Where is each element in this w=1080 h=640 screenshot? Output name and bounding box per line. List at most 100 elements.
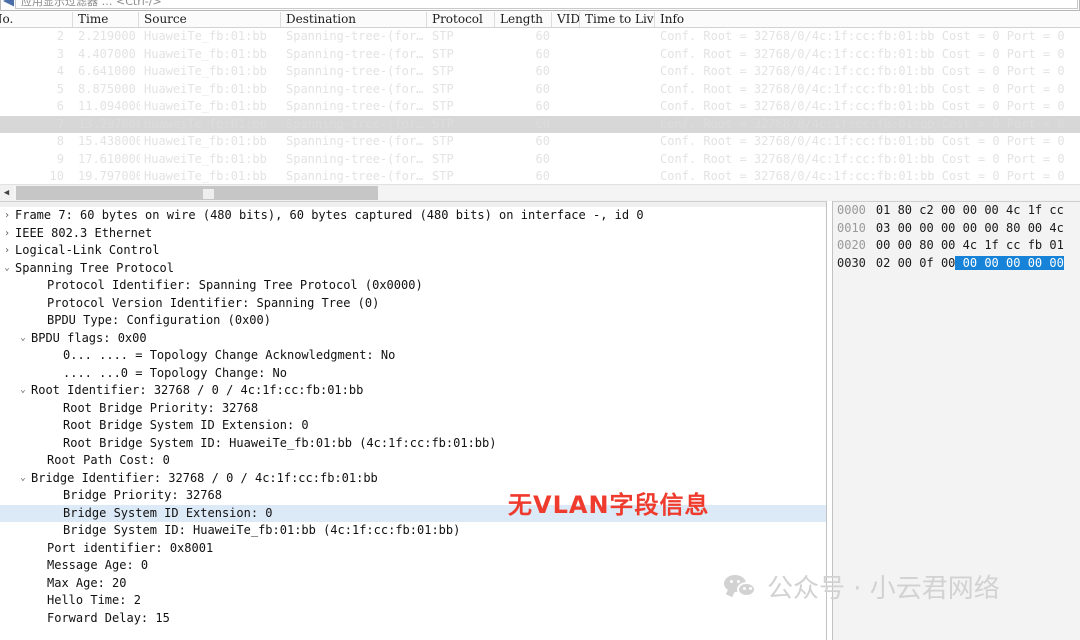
hex-byte[interactable]: 0f — [912, 256, 933, 270]
tree-item[interactable]: ⌄ BPDU flags: 0x00 — [0, 330, 826, 348]
hex-byte[interactable]: 00 — [955, 221, 977, 235]
column-header-destination[interactable]: Destination — [286, 11, 428, 27]
hex-byte[interactable]: 4c — [955, 238, 977, 252]
packet-row[interactable]: 9 17.610000 HuaweiTe_fb:01:bb Spanning-tree… — [0, 151, 1080, 169]
tree-item[interactable]: Port identifier: 0x8001 — [0, 540, 826, 558]
hex-byte[interactable]: 00 — [977, 221, 998, 235]
tree-item[interactable]: BPDU Type: Configuration (0x00) — [0, 312, 826, 330]
tree-item[interactable]: ⌄ Root Identifier: 32768 / 0 / 4c:1f:cc:f… — [0, 382, 826, 400]
column-divider[interactable] — [494, 12, 495, 27]
tree-item[interactable]: Root Bridge Priority: 32768 — [0, 400, 826, 418]
hscrollbar-thumb[interactable] — [16, 186, 378, 200]
column-header-ttl[interactable]: Time to Liv — [585, 11, 657, 27]
hex-dump-row[interactable]: 0010 03 00 00 00 00 00 80 00 4c — [833, 220, 1080, 238]
tree-item[interactable]: Bridge System ID: HuaweiTe_fb:01:bb (4c:… — [0, 522, 826, 540]
hex-byte[interactable]: cc — [1042, 203, 1063, 217]
chevron-right-icon[interactable]: › — [0, 207, 14, 225]
hex-byte[interactable]: 00 — [955, 255, 978, 270]
packet-row[interactable]: 7 13.297000 HuaweiTe_fb:01:bb Spanning-tree… — [0, 115, 1080, 133]
hex-dump-row[interactable]: 0020 00 00 80 00 4c 1f cc fb 01 — [833, 237, 1080, 255]
hex-byte[interactable]: 00 — [934, 256, 955, 270]
hex-byte[interactable]: 00 — [1020, 221, 1042, 235]
packet-row[interactable]: 8 15.438000 HuaweiTe_fb:01:bb Spanning-tree… — [0, 133, 1080, 151]
column-header-info[interactable]: Info — [660, 11, 1080, 27]
column-divider[interactable] — [579, 12, 580, 27]
packet-row[interactable]: 4 6.641000 HuaweiTe_fb:01:bb Spanning-tree-… — [0, 63, 1080, 81]
hex-byte[interactable]: 01 — [876, 203, 890, 217]
packet-details-tree[interactable]: › Frame 7: 60 bytes on wire (480 bits), 6… — [0, 207, 826, 628]
hex-dump-row[interactable]: 0030 02 00 0f 00 00 00 00 00 00 — [833, 255, 1080, 273]
packet-list-hscrollbar[interactable]: ◀ — [0, 184, 1080, 201]
hex-byte[interactable]: 80 — [890, 203, 912, 217]
hex-byte[interactable]: 00 — [890, 221, 912, 235]
hex-dump-rows[interactable]: 0000 01 80 c2 00 00 00 4c 1f cc 0010 03 00 … — [833, 202, 1080, 272]
chevron-down-icon[interactable]: ⌄ — [16, 470, 30, 488]
display-filter-bar[interactable]: 应用显示过滤器 … <Ctrl-/> — [0, 0, 1080, 11]
packet-list-rows[interactable]: 2 2.219000 HuaweiTe_fb:01:bb Spanning-tree-… — [0, 28, 1080, 183]
hex-byte[interactable]: 02 — [876, 256, 890, 270]
hex-byte[interactable]: 00 — [890, 238, 912, 252]
column-divider[interactable] — [280, 12, 281, 27]
packet-list-pane[interactable]: No. TimeSourceDestinationProtocolLength VI… — [0, 11, 1080, 183]
hex-byte[interactable]: c2 — [912, 203, 933, 217]
column-header-no[interactable]: No. — [0, 11, 64, 27]
tree-item[interactable]: 0... .... = Topology Change Acknowledgme… — [0, 347, 826, 365]
tree-item[interactable]: Root Bridge System ID Extension: 0 — [0, 417, 826, 435]
hex-byte[interactable]: 1f — [1020, 203, 1042, 217]
hex-byte[interactable]: 80 — [912, 238, 933, 252]
filter-dropdown-arrow-icon[interactable] — [3, 0, 14, 7]
tree-item[interactable]: Root Path Cost: 0 — [0, 452, 826, 470]
column-divider[interactable] — [138, 12, 139, 27]
hex-byte[interactable]: 4c — [999, 203, 1020, 217]
hex-byte[interactable]: fb — [1020, 238, 1042, 252]
column-header-protocol[interactable]: Protocol — [432, 11, 500, 27]
chevron-right-icon[interactable]: › — [0, 242, 14, 260]
packet-details-pane[interactable]: › Frame 7: 60 bytes on wire (480 bits), 6… — [0, 201, 827, 640]
tree-item[interactable]: ⌄ Spanning Tree Protocol — [0, 260, 826, 278]
chevron-down-icon[interactable]: ⌄ — [16, 382, 30, 400]
tree-item[interactable]: › Logical-Link Control — [0, 242, 826, 260]
tree-item[interactable]: Forward Delay: 15 — [0, 610, 826, 628]
hex-byte[interactable]: 03 — [876, 221, 890, 235]
display-filter-input[interactable]: 应用显示过滤器 … <Ctrl-/> — [15, 0, 1078, 9]
column-divider[interactable] — [654, 12, 655, 27]
hex-byte[interactable]: 01 — [1042, 238, 1063, 252]
column-divider[interactable] — [72, 12, 73, 27]
tree-item[interactable]: .... ...0 = Topology Change: No — [0, 365, 826, 383]
column-header-time[interactable]: Time — [78, 11, 140, 27]
tree-item[interactable]: Protocol Identifier: Spanning Tree Proto… — [0, 277, 826, 295]
packet-row[interactable]: 2 2.219000 HuaweiTe_fb:01:bb Spanning-tree-… — [0, 28, 1080, 46]
hex-byte[interactable]: 00 — [1042, 255, 1064, 270]
chevron-right-icon[interactable]: › — [0, 225, 14, 243]
hex-byte[interactable]: 00 — [998, 255, 1021, 270]
tree-item[interactable]: › IEEE 802.3 Ethernet — [0, 225, 826, 243]
hex-byte[interactable]: 1f — [977, 238, 998, 252]
hex-byte[interactable]: 80 — [999, 221, 1020, 235]
tree-item[interactable]: Root Bridge System ID: HuaweiTe_fb:01:bb… — [0, 435, 826, 453]
hex-byte[interactable]: 00 — [977, 203, 998, 217]
tree-item[interactable]: Max Age: 20 — [0, 575, 826, 593]
hscrollbar-left-arrow-icon[interactable]: ◀ — [0, 185, 13, 201]
column-header-source[interactable]: Source — [144, 11, 282, 27]
hex-byte[interactable]: 00 — [977, 255, 999, 270]
tree-item[interactable]: Message Age: 0 — [0, 557, 826, 575]
hex-dump-row[interactable]: 0000 01 80 c2 00 00 00 4c 1f cc — [833, 202, 1080, 220]
tree-item[interactable]: Hello Time: 2 — [0, 592, 826, 610]
tree-item[interactable]: › Frame 7: 60 bytes on wire (480 bits), 6… — [0, 207, 826, 225]
column-divider[interactable] — [551, 12, 552, 27]
hex-byte[interactable]: 00 — [912, 221, 933, 235]
column-divider[interactable] — [426, 12, 427, 27]
column-header-length[interactable]: Length — [500, 11, 550, 27]
hex-byte[interactable]: cc — [999, 238, 1020, 252]
hex-byte[interactable]: 00 — [876, 238, 890, 252]
packet-row[interactable]: 3 4.407000 HuaweiTe_fb:01:bb Spanning-tree-… — [0, 46, 1080, 64]
chevron-down-icon[interactable]: ⌄ — [16, 330, 30, 348]
hex-byte[interactable]: 00 — [934, 238, 955, 252]
hex-byte[interactable]: 00 — [934, 221, 955, 235]
hex-byte[interactable]: 00 — [955, 203, 977, 217]
chevron-down-icon[interactable]: ⌄ — [0, 260, 14, 278]
packet-list-header[interactable]: No. TimeSourceDestinationProtocolLength VI… — [0, 11, 1080, 28]
hex-byte[interactable]: 00 — [890, 256, 912, 270]
hex-byte[interactable]: 00 — [934, 203, 955, 217]
packet-row[interactable]: 10 19.797000 HuaweiTe_fb:01:bb Spanning-tre… — [0, 168, 1080, 183]
